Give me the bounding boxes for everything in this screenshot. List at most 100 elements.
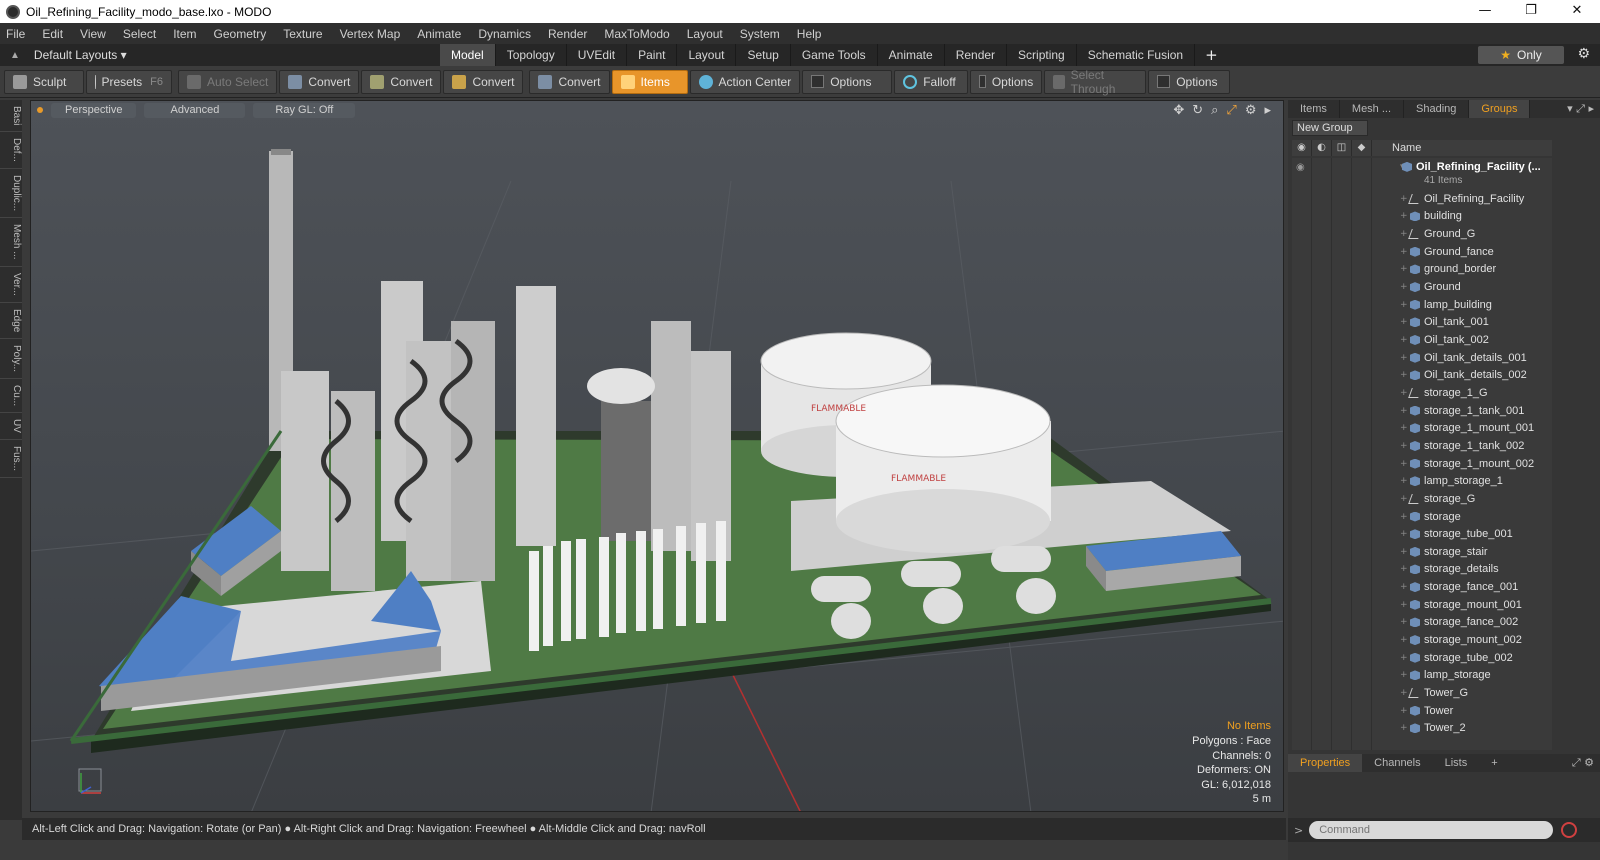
group-item-row[interactable]: + lamp_building [1292, 296, 1552, 314]
raygl-dropdown[interactable]: Ray GL: Off [253, 102, 356, 118]
group-item-row[interactable]: + lamp_storage [1292, 667, 1552, 685]
add-tab-icon[interactable]: + [1195, 44, 1228, 66]
expand-icon[interactable]: + [1400, 370, 1408, 380]
expand-icon[interactable]: + [1400, 423, 1408, 433]
expand-icon[interactable]: + [1400, 494, 1408, 504]
expand-icon[interactable]: + [1400, 653, 1408, 663]
group-item-row[interactable]: + storage_1_tank_002 [1292, 437, 1552, 455]
expand-icon[interactable]: + [1400, 564, 1408, 574]
group-item-row[interactable]: + storage_tube_002 [1292, 649, 1552, 667]
items-mode-button[interactable]: Items [611, 69, 688, 94]
expand-icon[interactable]: + [1400, 459, 1408, 469]
tab-topology[interactable]: Topology [496, 44, 567, 66]
group-item-row[interactable]: + storage_stair [1292, 543, 1552, 561]
groups-tree[interactable]: ◉ ▾ Oil_Refining_Facility (... 41 Items … [1292, 158, 1552, 750]
only-toggle[interactable]: ★ Only [1478, 46, 1564, 64]
convert-item-button[interactable]: Convert [529, 69, 610, 94]
tab-animate[interactable]: Animate [878, 44, 945, 66]
options-button-2[interactable]: Options [970, 69, 1043, 94]
tab-channels[interactable]: Channels [1362, 754, 1432, 772]
group-item-row[interactable]: + Oil_tank_details_002 [1292, 367, 1552, 385]
menu-vertex-map[interactable]: Vertex Map [340, 27, 401, 41]
tab-game-tools[interactable]: Game Tools [791, 44, 878, 66]
options-checkbox-3[interactable] [1157, 75, 1171, 88]
tab-lists[interactable]: Lists [1433, 754, 1480, 772]
group-item-row[interactable]: + storage_1_mount_002 [1292, 455, 1552, 473]
view-type-dropdown[interactable]: Perspective [51, 102, 137, 118]
menu-select[interactable]: Select [123, 27, 156, 41]
group-item-row[interactable]: + storage_1_tank_001 [1292, 402, 1552, 420]
group-item-row[interactable]: + storage_1_G [1292, 384, 1552, 402]
collapse-up-icon[interactable]: ▲ [10, 50, 20, 61]
tab-render[interactable]: Render [945, 44, 1008, 66]
group-item-row[interactable]: + storage_fance_001 [1292, 578, 1552, 596]
panel-options-icon[interactable]: ▾ ⤢ ▸ [1567, 102, 1600, 116]
group-item-row[interactable]: + Oil_tank_001 [1292, 314, 1552, 332]
presets-button[interactable]: Presets F6 [86, 69, 172, 94]
menu-geometry[interactable]: Geometry [214, 27, 267, 41]
expand-icon[interactable]: + [1400, 300, 1408, 310]
expand-icon[interactable]: + [1400, 635, 1408, 645]
left-tab-edge[interactable]: Edge [0, 303, 22, 340]
render-column-icon[interactable]: ◐ [1312, 140, 1332, 156]
expand-icon[interactable]: + [1400, 600, 1408, 610]
group-item-row[interactable]: + lamp_storage_1 [1292, 472, 1552, 490]
viewport-settings-icon[interactable]: ⚙ [1245, 103, 1257, 118]
menu-view[interactable]: View [80, 27, 106, 41]
expand-icon[interactable]: + [1400, 723, 1408, 733]
visibility-column-icon[interactable]: ◉ [1292, 140, 1312, 156]
minimize-button[interactable]: — [1462, 0, 1508, 23]
menu-animate[interactable]: Animate [417, 27, 461, 41]
tab-layout[interactable]: Layout [677, 44, 737, 66]
command-history-icon[interactable]: > [1294, 824, 1303, 837]
tab-scripting[interactable]: Scripting [1007, 44, 1077, 66]
options-checkbox-2[interactable] [979, 75, 986, 88]
name-column-header[interactable]: Name [1380, 142, 1421, 154]
left-tab-uv[interactable]: UV [0, 413, 22, 441]
group-item-row[interactable]: + ground_border [1292, 261, 1552, 279]
move-view-icon[interactable]: ✥ [1173, 103, 1184, 118]
root-visibility-icon[interactable]: ◉ [1296, 162, 1308, 173]
viewport-menu-icon[interactable] [37, 107, 43, 113]
tab-paint[interactable]: Paint [627, 44, 678, 66]
expand-icon[interactable]: + [1400, 441, 1408, 451]
gear-icon[interactable]: ⚙ [1577, 46, 1590, 62]
tab-setup[interactable]: Setup [736, 44, 791, 66]
expand-icon[interactable]: + [1400, 229, 1408, 239]
group-item-row[interactable]: + storage_tube_001 [1292, 525, 1552, 543]
menu-help[interactable]: Help [797, 27, 822, 41]
select-through-button[interactable]: Select Through [1044, 68, 1147, 96]
expand-icon[interactable]: + [1400, 688, 1408, 698]
group-item-row[interactable]: + Tower_G [1292, 684, 1552, 702]
group-item-row[interactable]: + Oil_tank_details_001 [1292, 349, 1552, 367]
menu-layout[interactable]: Layout [687, 27, 723, 41]
convert-polygon-button[interactable]: Convert [443, 69, 524, 94]
group-item-row[interactable]: + storage_details [1292, 561, 1552, 579]
expand-icon[interactable]: + [1400, 706, 1408, 716]
group-item-row[interactable]: + Tower [1292, 702, 1552, 720]
left-tab-deform[interactable]: Def... [0, 132, 22, 170]
tab-groups[interactable]: Groups [1469, 100, 1531, 118]
menu-item[interactable]: Item [173, 27, 196, 41]
group-item-row[interactable]: + storage_fance_002 [1292, 614, 1552, 632]
close-button[interactable]: ✕ [1554, 0, 1600, 23]
convert-vertex-button[interactable]: Convert [279, 69, 360, 94]
group-item-row[interactable]: + Ground_fance [1292, 243, 1552, 261]
expand-icon[interactable]: + [1400, 211, 1408, 221]
convert-edge-button[interactable]: Convert [361, 69, 442, 94]
falloff-button[interactable]: Falloff [894, 69, 969, 94]
group-item-row[interactable]: + Ground_G [1292, 225, 1552, 243]
expand-icon[interactable]: + [1400, 247, 1408, 257]
group-item-row[interactable]: + Ground [1292, 278, 1552, 296]
options-button-3[interactable]: Options [1148, 69, 1231, 94]
tab-shading[interactable]: Shading [1404, 100, 1470, 118]
auto-select-button[interactable]: Auto Select [178, 69, 278, 94]
group-item-row[interactable]: + building [1292, 208, 1552, 226]
expand-icon[interactable]: + [1400, 512, 1408, 522]
group-item-row[interactable]: + Oil_tank_002 [1292, 331, 1552, 349]
options-button-1[interactable]: Options [802, 69, 893, 94]
rotate-view-icon[interactable]: ↻ [1192, 103, 1203, 118]
left-tab-vertex[interactable]: Ver... [0, 267, 22, 303]
left-tab-curve[interactable]: Cu... [0, 379, 22, 414]
menu-edit[interactable]: Edit [42, 27, 63, 41]
